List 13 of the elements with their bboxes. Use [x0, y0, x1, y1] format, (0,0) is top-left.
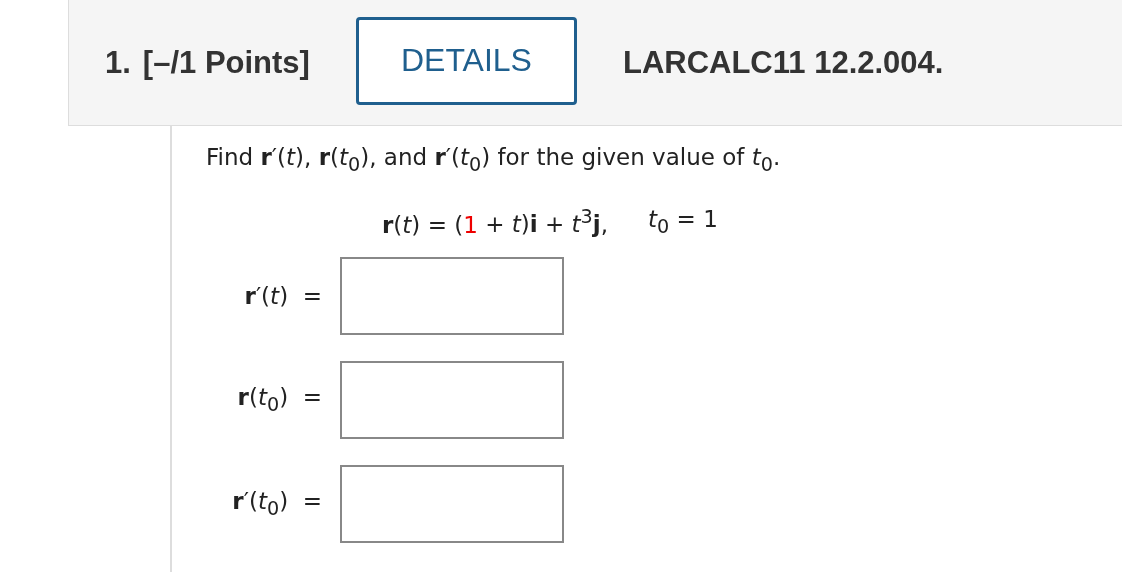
answer-label: r(t$_{0}$) =	[236, 384, 322, 417]
answer-label: r′(t) =	[243, 283, 322, 310]
question-number: 1.	[105, 44, 131, 81]
condition: t$_{0}$ = 1	[648, 205, 718, 238]
points-label: [–/1 Points]	[142, 44, 310, 81]
question-code: LARCALC11 12.2.004.	[622, 44, 944, 81]
answer-field[interactable]	[340, 257, 564, 336]
details-button[interactable]: DETAILS	[355, 16, 577, 105]
answer-field[interactable]	[340, 465, 564, 544]
question-prompt: Find r′(t), r(t$_{0}$), and r′(t$_{0}$) for the given value of t$_{0}$.	[206, 143, 782, 176]
formula: r(t) = (1 + t)i + t$^{3}$j,	[382, 205, 608, 238]
answer-label: r′(t$_{0}$) =	[231, 488, 322, 521]
answer-field[interactable]	[340, 361, 564, 440]
